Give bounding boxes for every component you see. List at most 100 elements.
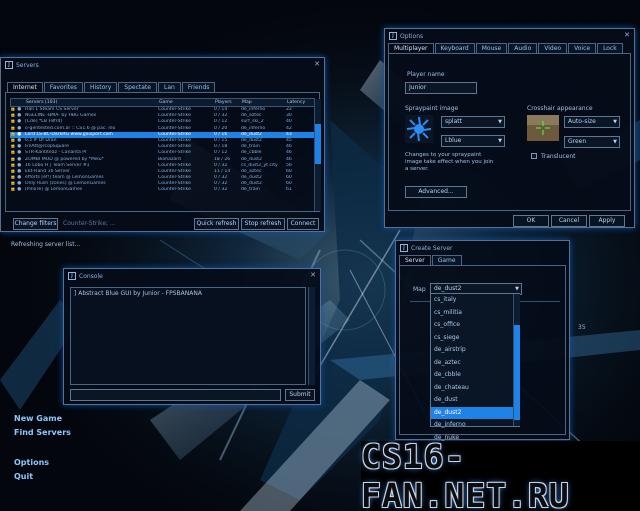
map-label: Map (413, 286, 426, 293)
column-latency[interactable]: Latency (287, 99, 309, 106)
list-item[interactable]: cs_militia (431, 307, 519, 320)
console-output: ] Abstract Blue GUI by Junior - FPSBANAN… (70, 287, 306, 385)
list-item[interactable]: de_cbble (431, 369, 519, 382)
server-latency: 61 (286, 187, 292, 193)
server-list-header: Servers (103) Game Players Map Latency (10, 98, 315, 107)
close-icon[interactable]: ✕ (624, 31, 630, 39)
crosshair-label: Crosshair appearance (527, 105, 593, 112)
tab-game[interactable]: Game (431, 255, 462, 265)
map-options: cs_italy cs_militia cs_office cs_siege de_ai… (431, 294, 519, 444)
table-row[interactable]: 🔒 ● [PinoTe] @ LemonGames Counter-Strike 0 … (10, 187, 315, 193)
options-tabs: Multiplayer Keyboard Mouse Audio Video V… (385, 43, 634, 53)
server-list: Servers (103) Game Players Map Latency 🔒… (10, 98, 315, 194)
tab-lan[interactable]: Lan (157, 82, 181, 92)
server-name: [PinoTe] @ LemonGames (25, 187, 83, 193)
ok-button[interactable]: OK (513, 215, 549, 227)
create-server-titlebar[interactable]: J Create Server (396, 241, 569, 255)
chevron-down-icon: ▼ (613, 119, 617, 125)
connect-button[interactable]: Connect (287, 218, 319, 230)
submit-button[interactable]: Submit (285, 389, 315, 401)
server-list-scrollbar[interactable] (314, 99, 321, 211)
list-item[interactable]: de_chateau (431, 382, 519, 395)
column-game[interactable]: Game (159, 99, 215, 106)
player-name-field[interactable]: Junior (405, 82, 477, 94)
column-servers[interactable]: Servers (103) (26, 99, 159, 106)
tab-history[interactable]: History (83, 82, 118, 92)
spray-note: Changes to your spraypaint image take ef… (405, 152, 494, 172)
list-item[interactable]: cs_siege (431, 332, 519, 345)
close-icon[interactable]: ✕ (314, 60, 320, 68)
crosshair-size-value: Auto-size (568, 118, 596, 125)
app-icon: J (68, 272, 76, 280)
main-menu: New Game Find Servers Options Quit (14, 412, 71, 484)
servers-tabs: Internet Favorites History Spectate Lan … (1, 82, 324, 92)
tab-internet[interactable]: Internet (7, 82, 43, 92)
spray-color-select[interactable]: Lblue ▼ (441, 135, 505, 147)
list-item[interactable]: cs_office (431, 319, 519, 332)
list-item[interactable]: de_inferno (431, 419, 519, 432)
spray-color-value: Lblue (445, 137, 462, 144)
console-titlebar[interactable]: J Console (64, 269, 320, 283)
stop-refresh-button[interactable]: Stop refresh (241, 218, 285, 230)
menu-quit[interactable]: Quit (14, 470, 71, 484)
tab-lock[interactable]: Lock (597, 43, 623, 53)
console-scrollbar[interactable] (308, 287, 315, 385)
menu-find-servers[interactable]: Find Servers (14, 426, 71, 440)
app-icon: J (389, 32, 397, 40)
list-item[interactable]: de_aztec (431, 357, 519, 370)
app-icon: J (400, 244, 408, 252)
spray-image-value: splatt (445, 118, 462, 125)
spraypaint-label: Spraypaint image (405, 105, 459, 112)
tab-video[interactable]: Video (538, 43, 568, 53)
tab-friends[interactable]: Friends (181, 82, 216, 92)
create-server-tabs: Server Game (396, 255, 569, 265)
tab-multiplayer[interactable]: Multiplayer (388, 43, 434, 53)
advanced-button[interactable]: Advanced... (405, 186, 467, 198)
tab-server[interactable]: Server (399, 255, 431, 265)
tab-audio[interactable]: Audio (508, 43, 538, 53)
tab-voice[interactable]: Voice (568, 43, 597, 53)
crosshair-color-select[interactable]: Green ▼ (564, 136, 620, 148)
crosshair-preview (527, 115, 559, 141)
options-titlebar[interactable]: J Options (385, 29, 634, 43)
watermark-logo: CS16-FAN.NET.RU (361, 437, 640, 511)
lock-icon: 🔒 ● (10, 187, 22, 193)
translucent-label: Translucent (541, 153, 576, 160)
apply-button[interactable]: Apply (589, 215, 625, 227)
scrollbar-thumb[interactable] (514, 325, 520, 420)
tab-mouse[interactable]: Mouse (475, 43, 508, 53)
tab-keyboard[interactable]: Keyboard (434, 43, 475, 53)
close-icon[interactable]: ✕ (310, 271, 316, 279)
translucent-checkbox[interactable] (531, 153, 537, 159)
header-icons (11, 99, 26, 106)
list-item[interactable]: de_dust (431, 394, 519, 407)
tab-spectate[interactable]: Spectate (118, 82, 157, 92)
menu-options[interactable]: Options (14, 456, 71, 470)
crosshair-size-select[interactable]: Auto-size ▼ (564, 116, 620, 128)
list-item[interactable]: cs_italy (431, 294, 519, 307)
console-line: ] Abstract Blue GUI by Junior - FPSBANAN… (74, 290, 202, 297)
column-players[interactable]: Players (215, 99, 242, 106)
chevron-down-icon: ▼ (613, 139, 617, 145)
change-filters-button[interactable]: Change filters (13, 218, 58, 230)
console-title: Console (79, 272, 103, 280)
list-item[interactable]: de_dust2 (431, 406, 519, 419)
app-icon: J (5, 61, 13, 69)
side-text: 35 (578, 324, 586, 331)
spray-preview (405, 115, 433, 143)
servers-title: Servers (16, 61, 39, 69)
console-input[interactable] (70, 389, 281, 401)
crosshair-color-value: Green (568, 138, 587, 145)
options-title: Options (400, 32, 424, 40)
tab-favorites[interactable]: Favorites (43, 82, 83, 92)
menu-new-game[interactable]: New Game (14, 412, 71, 426)
cancel-button[interactable]: Cancel (551, 215, 587, 227)
list-item[interactable]: de_airstrip (431, 344, 519, 357)
map-dropdown-scrollbar[interactable] (513, 294, 520, 426)
scrollbar-thumb[interactable] (315, 124, 321, 164)
spray-image-select[interactable]: splatt ▼ (441, 116, 505, 128)
column-map[interactable]: Map (242, 99, 287, 106)
servers-titlebar[interactable]: J Servers (1, 58, 324, 72)
quick-refresh-button[interactable]: Quick refresh (194, 218, 239, 230)
options-window: J Options ✕ Multiplayer Keyboard Mouse A… (384, 28, 635, 228)
